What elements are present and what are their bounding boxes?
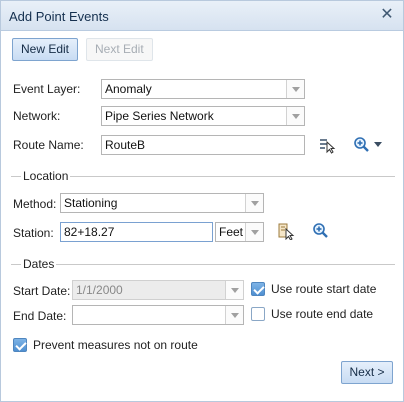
network-select[interactable]: Pipe Series Network	[101, 106, 305, 126]
dropdown-caret-icon[interactable]	[225, 281, 243, 299]
station-units-value: Feet	[219, 225, 244, 239]
next-edit-button[interactable]: Next Edit	[86, 38, 153, 61]
close-icon[interactable]: ✕	[379, 7, 395, 23]
location-section-label: Location	[21, 169, 71, 183]
dropdown-caret-icon[interactable]	[225, 306, 243, 324]
prevent-measures-label: Prevent measures not on route	[33, 338, 198, 352]
add-point-events-panel: Add Point Events ✕ New Edit Next Edit Ev…	[0, 0, 404, 402]
select-route-icon[interactable]	[318, 136, 336, 154]
route-name-label: Route Name:	[13, 138, 84, 152]
method-select[interactable]: Stationing	[60, 193, 264, 213]
zoom-route-icon[interactable]	[353, 136, 371, 154]
start-date-value: 1/1/2000	[76, 283, 123, 297]
new-edit-button[interactable]: New Edit	[12, 38, 79, 61]
zoom-station-icon[interactable]	[312, 222, 330, 240]
method-value: Stationing	[64, 196, 118, 210]
station-units-select[interactable]: Feet	[215, 222, 264, 242]
use-route-start-date-label: Use route start date	[271, 282, 377, 296]
prevent-measures-checkbox[interactable]	[13, 338, 27, 352]
use-route-start-date-checkbox[interactable]	[251, 282, 265, 296]
dropdown-caret-icon[interactable]	[286, 107, 304, 125]
method-label: Method:	[13, 197, 57, 211]
dropdown-caret-icon[interactable]	[245, 223, 263, 241]
start-date-picker[interactable]: 1/1/2000	[72, 280, 244, 300]
panel-title: Add Point Events	[9, 9, 109, 24]
dropdown-caret-icon[interactable]	[286, 80, 304, 98]
dates-divider	[11, 264, 395, 265]
network-label: Network:	[13, 109, 61, 123]
network-value: Pipe Series Network	[105, 109, 214, 123]
station-input[interactable]: 82+18.27	[60, 222, 213, 242]
title-bar: Add Point Events ✕	[1, 1, 403, 31]
next-button[interactable]: Next >	[341, 361, 393, 384]
dropdown-caret-icon[interactable]	[245, 194, 263, 212]
event-layer-select[interactable]: Anomaly	[101, 79, 305, 99]
station-picker-icon[interactable]	[277, 222, 295, 240]
start-date-label: Start Date:	[13, 284, 71, 298]
end-date-picker[interactable]	[72, 305, 244, 325]
use-route-end-date-label: Use route end date	[271, 307, 374, 321]
route-name-input[interactable]: RouteB	[101, 135, 305, 155]
station-label: Station:	[13, 226, 54, 240]
event-layer-value: Anomaly	[105, 82, 152, 96]
dates-section-label: Dates	[21, 257, 57, 271]
event-layer-label: Event Layer:	[13, 82, 81, 96]
use-route-end-date-checkbox[interactable]	[251, 307, 265, 321]
end-date-label: End Date:	[13, 309, 67, 323]
chevron-down-icon[interactable]	[372, 138, 384, 150]
